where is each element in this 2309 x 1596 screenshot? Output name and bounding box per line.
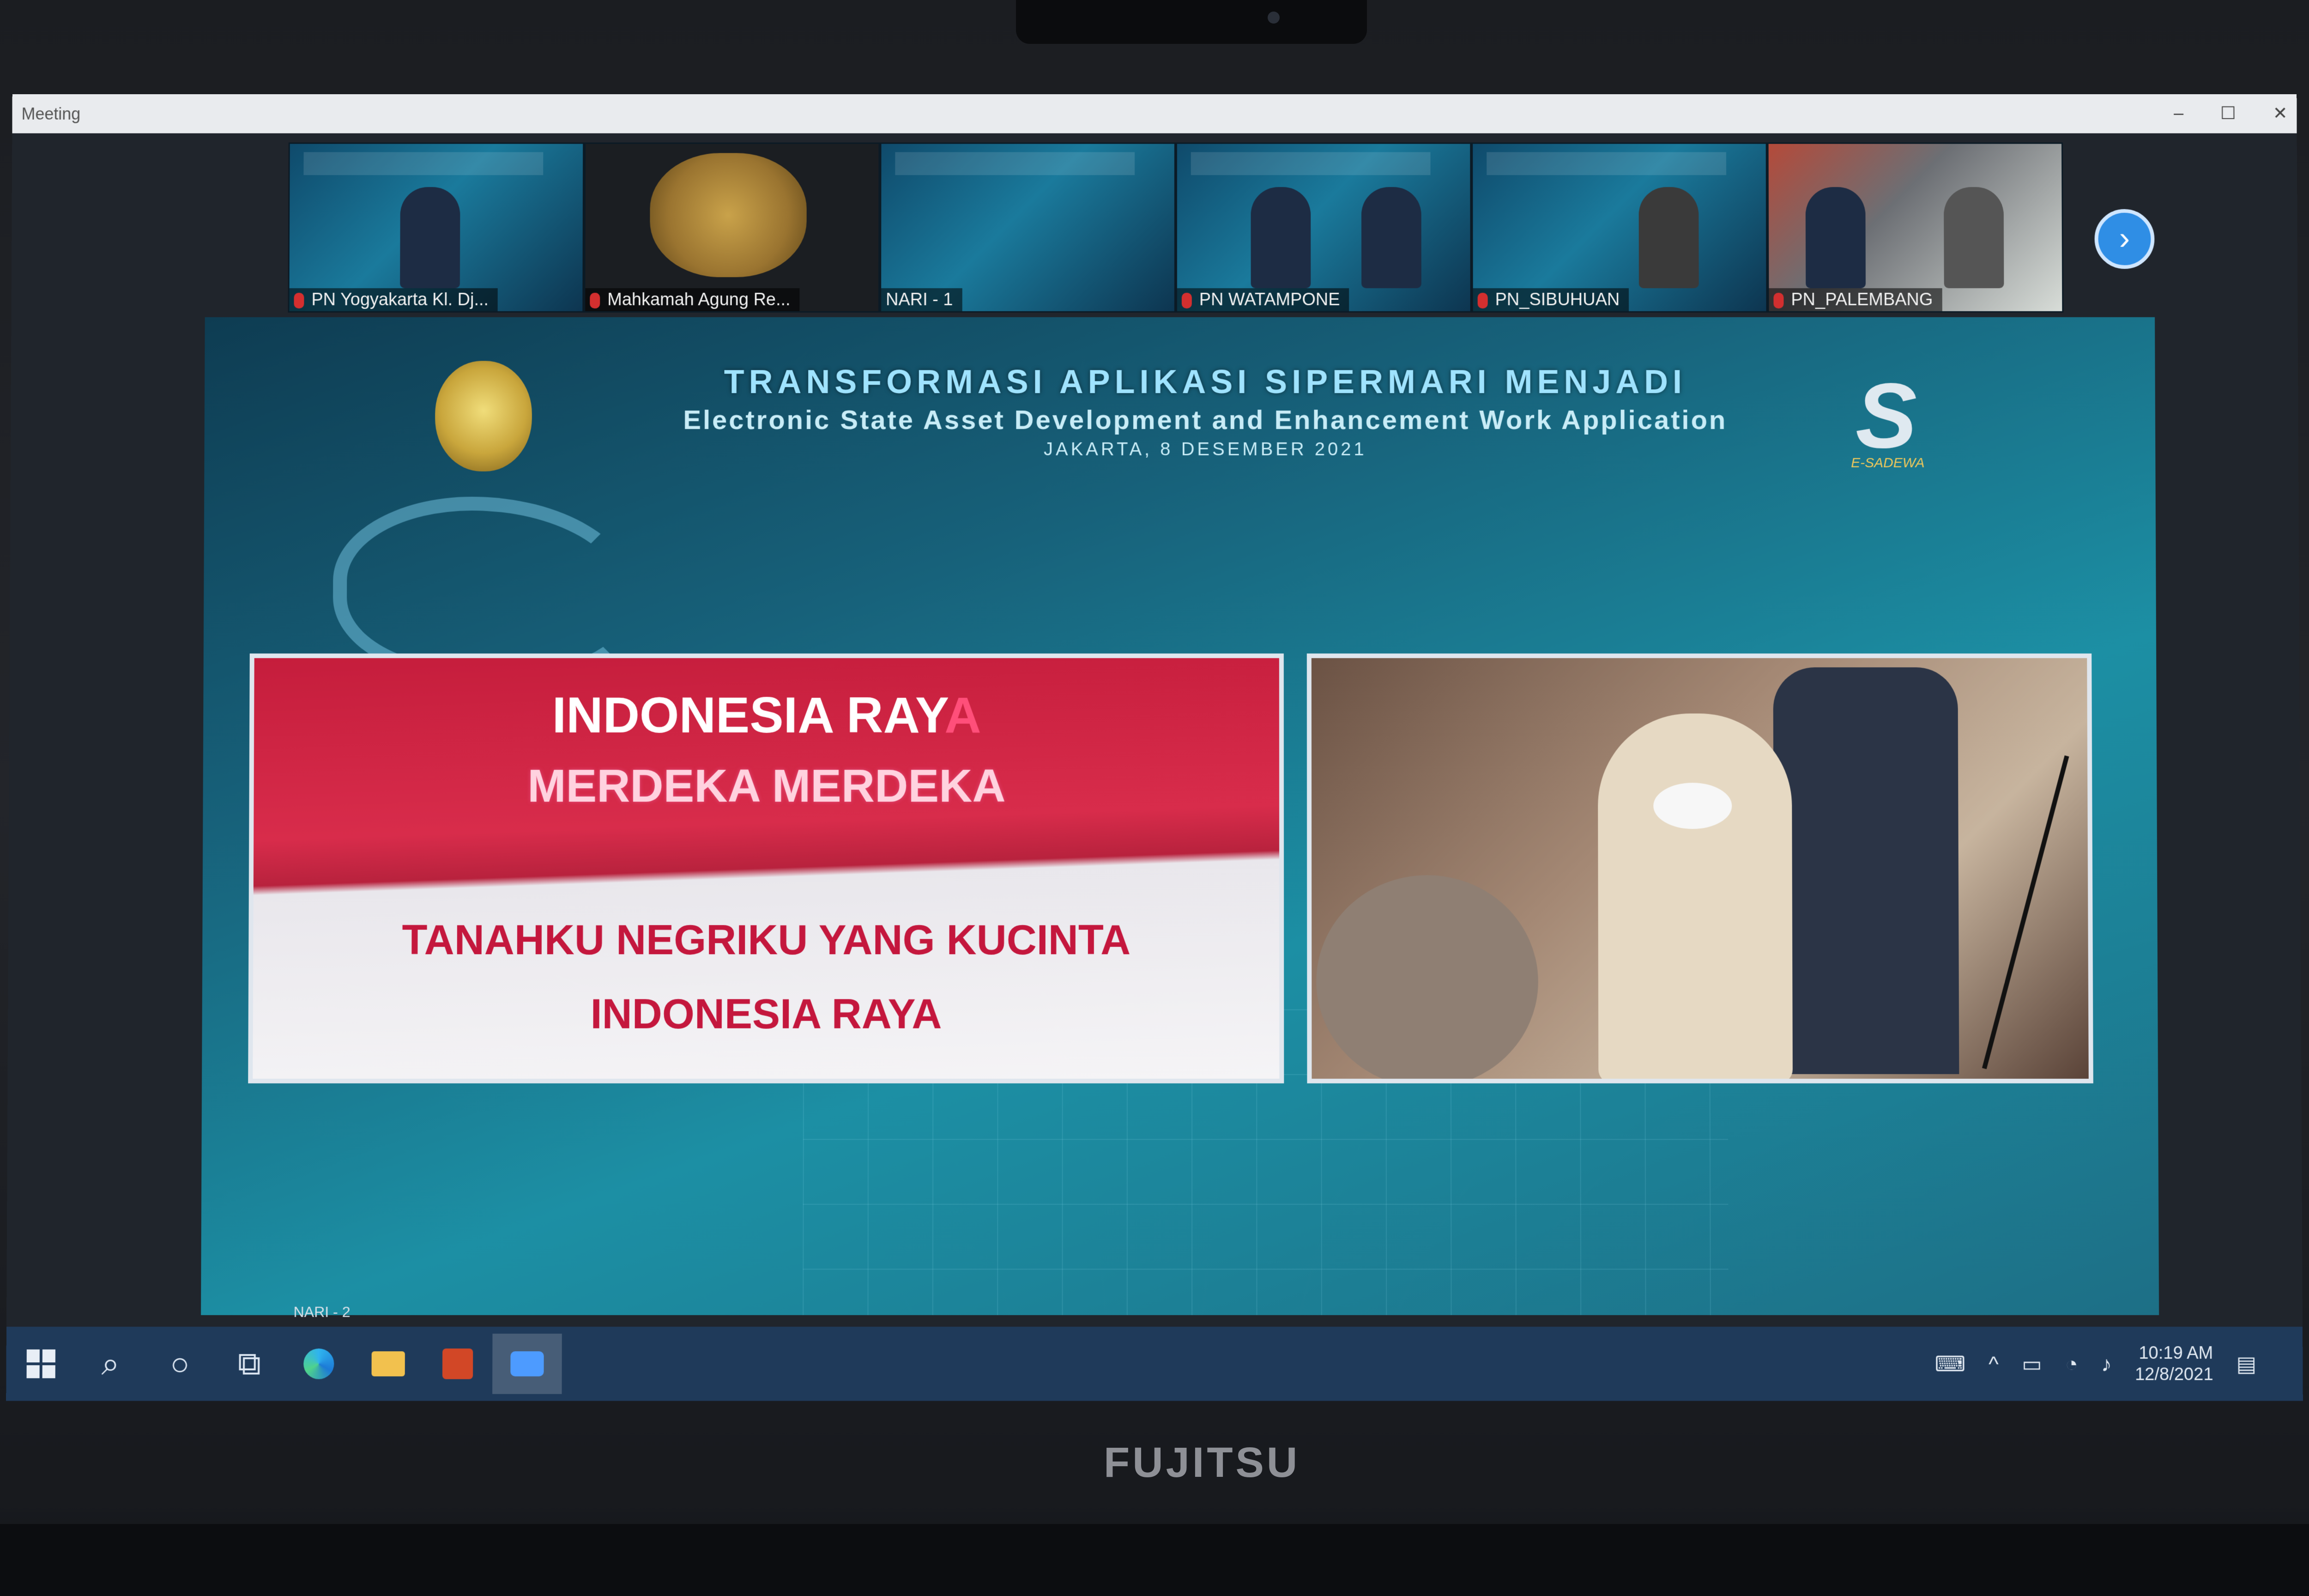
edge-icon	[303, 1348, 334, 1379]
participant-tile[interactable]: PN WATAMPONE	[1175, 142, 1472, 313]
mic-muted-icon	[590, 292, 600, 308]
zoom-icon	[510, 1351, 544, 1377]
file-explorer-icon	[371, 1351, 405, 1377]
task-view-icon[interactable]: ⧉	[214, 1334, 284, 1394]
participant-person	[1943, 187, 2004, 289]
window-title: Meeting	[21, 104, 81, 123]
clock-date: 12/8/2021	[2134, 1365, 2213, 1384]
participant-tile[interactable]: NARI - 1	[880, 142, 1176, 313]
court-logo-icon	[435, 361, 532, 472]
start-button[interactable]	[6, 1334, 76, 1394]
next-page-button[interactable]: ›	[2094, 209, 2155, 269]
participant-tile[interactable]: PN Yogyakarta Kl. Dj...	[288, 142, 585, 313]
chevron-up-icon[interactable]: ^	[1989, 1351, 1999, 1376]
file-explorer-button[interactable]	[353, 1334, 423, 1394]
laptop-screen: Meeting – ☐ ✕ PN Yogyakarta Kl. Dj... Ma…	[6, 94, 2303, 1401]
powerpoint-button[interactable]	[423, 1334, 493, 1394]
participant-tile[interactable]: PN_SIBUHUAN	[1471, 142, 1768, 313]
window-controls: – ☐ ✕	[2174, 94, 2288, 133]
ceremony-video-feed	[1306, 653, 2093, 1083]
esadewa-logo-text: E-SADEWA	[1851, 455, 1925, 471]
edge-button[interactable]	[284, 1334, 354, 1394]
mic-muted-icon	[1477, 292, 1488, 308]
presentation-title: TRANSFORMASI APLIKASI SIPERMARI MENJADI	[724, 363, 1687, 401]
system-tray: ⌨ ^ ▭ ◔ ♪ 10:19 AM 12/8/2021 ▤	[1934, 1327, 2256, 1401]
zoom-button[interactable]	[492, 1333, 562, 1394]
windows-start-icon	[26, 1349, 55, 1378]
minimize-button[interactable]: –	[2174, 94, 2183, 133]
laptop-brand-logo: FUJITSU	[1104, 1439, 1300, 1486]
face-mask	[1653, 783, 1732, 829]
wifi-icon[interactable]: ◔	[2065, 1351, 2078, 1376]
participant-tile[interactable]: PN_PALEMBANG	[1767, 142, 2064, 313]
lyric-line-4: INDONESIA RAYA	[590, 991, 942, 1038]
mic-muted-icon	[294, 292, 304, 308]
notifications-icon[interactable]: ▤	[2236, 1351, 2256, 1376]
participant-video-banner	[1487, 152, 1727, 175]
esadewa-logo: S E-SADEWA	[1842, 363, 1943, 473]
webcam-icon	[1268, 12, 1280, 24]
participant-person	[1805, 187, 1866, 289]
participant-person	[1638, 187, 1699, 289]
participant-name: Mahkamah Agung Re...	[585, 288, 800, 311]
video-person-hijab	[1597, 713, 1793, 1083]
participant-person	[400, 187, 460, 289]
participant-tile[interactable]: Mahkamah Agung Re...	[584, 142, 880, 313]
clock-time: 10:19 AM	[2139, 1343, 2213, 1363]
close-button[interactable]: ✕	[2273, 94, 2288, 133]
participant-name: PN_PALEMBANG	[1769, 288, 1942, 311]
webcam-housing	[1016, 0, 1367, 44]
participant-video-banner	[895, 152, 1135, 175]
participant-name: NARI - 1	[881, 288, 962, 311]
battery-icon[interactable]: ▭	[2022, 1351, 2042, 1376]
keyboard-icon[interactable]: ⌨	[1934, 1351, 1965, 1376]
powerpoint-icon	[442, 1348, 473, 1379]
court-seal-icon	[650, 153, 807, 278]
video-person-standing	[1773, 667, 1959, 1074]
camera-tripod	[1982, 755, 2069, 1070]
mic-muted-icon	[1181, 292, 1192, 308]
lyric-line-3: TANAHKU NEGRIKU YANG KUCINTA	[402, 917, 1131, 964]
participant-name: PN Yogyakarta Kl. Dj...	[289, 288, 498, 311]
photo-background: Meeting – ☐ ✕ PN Yogyakarta Kl. Dj... Ma…	[0, 0, 2309, 1596]
cortana-icon[interactable]: ○	[145, 1334, 215, 1394]
window-titlebar: Meeting – ☐ ✕	[12, 94, 2297, 133]
participant-strip: PN Yogyakarta Kl. Dj... Mahkamah Agung R…	[288, 142, 2064, 313]
lyrics-panel: INDONESIA RAYA MERDEKA MERDEKA TANAHKU N…	[248, 653, 1284, 1083]
search-icon[interactable]: ⌕	[76, 1334, 145, 1394]
maximize-button[interactable]: ☐	[2220, 94, 2236, 133]
meeting-area: PN Yogyakarta Kl. Dj... Mahkamah Agung R…	[6, 133, 2303, 1327]
windows-taskbar: ⌕ ○ ⧉ ⌨ ^ ▭ ◔ ♪ 10:19 AM 12/8/2021 ▤	[6, 1326, 2303, 1401]
participant-video-banner	[1191, 152, 1431, 175]
laptop-hinge	[0, 1524, 2309, 1596]
video-person-foreground	[1316, 875, 1539, 1083]
participant-person	[1251, 187, 1311, 289]
lyric-line-2: MERDEKA MERDEKA	[527, 760, 1006, 812]
lyric-line-1: INDONESIA RAYA	[552, 687, 981, 744]
participant-name: PN WATAMPONE	[1177, 288, 1349, 311]
shared-presentation: TRANSFORMASI APLIKASI SIPERMARI MENJADI …	[201, 317, 2159, 1315]
active-speaker-label: NARI - 2	[293, 1303, 351, 1320]
participant-video-banner	[303, 152, 544, 175]
mic-muted-icon	[1773, 292, 1784, 308]
participant-name: PN_SIBUHUAN	[1473, 288, 1629, 311]
presentation-subtitle: Electronic State Asset Development and E…	[683, 405, 1728, 435]
presentation-date: JAKARTA, 8 DESEMBER 2021	[1044, 439, 1367, 459]
volume-icon[interactable]: ♪	[2101, 1351, 2112, 1376]
taskbar-clock[interactable]: 10:19 AM 12/8/2021	[2135, 1342, 2213, 1385]
esadewa-s-icon: S	[1855, 364, 1917, 467]
participant-person	[1361, 187, 1421, 289]
